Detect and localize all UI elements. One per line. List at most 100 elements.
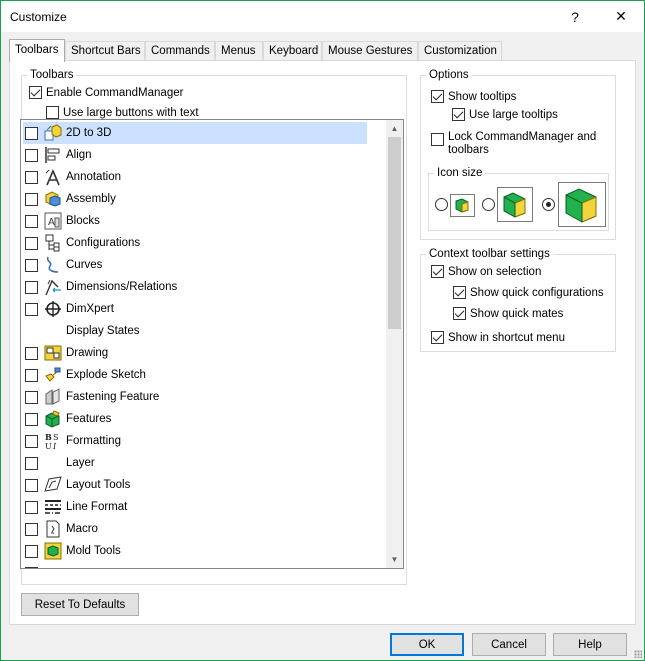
tab-menus[interactable]: Menus: [215, 41, 263, 61]
lock-commandmanager-checkbox[interactable]: [431, 133, 444, 146]
toolbar-checkbox[interactable]: [25, 126, 38, 140]
toolbar-label: Features: [66, 413, 112, 425]
toolbar-checkbox[interactable]: [25, 280, 38, 294]
list-item[interactable]: 2D to 3D: [23, 122, 367, 144]
use-large-tooltips-checkbox[interactable]: [452, 108, 465, 121]
list-item[interactable]: Configurations: [21, 232, 370, 254]
list-item[interactable]: [21, 562, 370, 568]
toolbar-checkbox[interactable]: [25, 544, 38, 558]
list-item[interactable]: BSUI Formatting: [21, 430, 370, 452]
icon-size-medium-radio[interactable]: [482, 198, 495, 211]
title-bar: Customize ? ✕: [1, 1, 644, 32]
toolbar-checkbox[interactable]: [25, 148, 38, 162]
toolbar-checkbox[interactable]: [25, 368, 38, 382]
tab-toolbars[interactable]: Toolbars: [9, 39, 65, 62]
svg-text:A: A: [48, 217, 55, 228]
icon-size-large-radio[interactable]: [542, 198, 555, 211]
toolbar-label: Macro: [66, 523, 98, 535]
show-in-shortcut-menu-label: Show in shortcut menu: [448, 331, 565, 344]
toolbar-checkbox[interactable]: [25, 302, 38, 316]
tab-mouse-gestures[interactable]: Mouse Gestures: [322, 41, 418, 61]
toolbar-checkbox[interactable]: [25, 456, 38, 470]
toolbar-checkbox[interactable]: [25, 258, 38, 272]
list-item[interactable]: Annotation: [21, 166, 370, 188]
list-item[interactable]: Fastening Feature: [21, 386, 370, 408]
list-item[interactable]: DimXpert: [21, 298, 370, 320]
customize-dialog: Customize ? ✕ Toolbars Shortcut Bars Com…: [0, 0, 645, 661]
toolbar-checkbox[interactable]: [25, 236, 38, 250]
use-large-buttons-option[interactable]: Use large buttons with text: [46, 106, 199, 119]
show-quick-mates-option[interactable]: Show quick mates: [453, 307, 563, 320]
toolbar-checkbox[interactable]: [25, 412, 38, 426]
show-tooltips-checkbox[interactable]: [431, 90, 444, 103]
close-button[interactable]: ✕: [598, 1, 644, 32]
toolbar-checkbox[interactable]: [25, 434, 38, 448]
assembly-icon: [43, 189, 63, 209]
resize-grip[interactable]: [634, 650, 642, 658]
tab-customization[interactable]: Customization: [418, 41, 502, 61]
list-item[interactable]: Line Format: [21, 496, 370, 518]
list-item[interactable]: A Blocks: [21, 210, 370, 232]
tab-keyboard[interactable]: Keyboard: [263, 41, 322, 61]
drawing-icon: [43, 343, 63, 363]
options-group-legend: Options: [429, 69, 469, 81]
toolbar-checkbox[interactable]: [25, 522, 38, 536]
lock-commandmanager-option[interactable]: Lock CommandManager and toolbars: [431, 131, 596, 157]
list-item[interactable]: Features: [21, 408, 370, 430]
show-quick-mates-checkbox[interactable]: [453, 307, 466, 320]
toolbar-checkbox[interactable]: [25, 346, 38, 360]
list-item[interactable]: Macro: [21, 518, 370, 540]
reset-to-defaults-button[interactable]: Reset To Defaults: [21, 593, 139, 616]
toolbar-checkbox[interactable]: [25, 170, 38, 184]
list-item[interactable]: Layer: [21, 452, 370, 474]
list-item[interactable]: Display States: [21, 320, 370, 342]
show-in-shortcut-menu-checkbox[interactable]: [431, 331, 444, 344]
tab-commands[interactable]: Commands: [145, 41, 215, 61]
show-quick-mates-label: Show quick mates: [470, 307, 564, 320]
toolbar-checkbox[interactable]: [25, 500, 38, 514]
use-large-tooltips-option[interactable]: Use large tooltips: [452, 108, 558, 121]
explode-sketch-icon: [43, 365, 63, 385]
show-tooltips-option[interactable]: Show tooltips: [431, 90, 516, 103]
scroll-up-arrow-icon[interactable]: ▲: [386, 120, 403, 137]
scroll-down-arrow-icon[interactable]: ▼: [386, 551, 403, 568]
toolbar-checkbox[interactable]: [25, 214, 38, 228]
show-quick-configurations-option[interactable]: Show quick configurations: [453, 286, 604, 299]
list-item[interactable]: Curves: [21, 254, 370, 276]
icon-size-small-radio[interactable]: [435, 198, 448, 211]
toolbar-label: Drawing: [66, 347, 109, 359]
toolbars-list[interactable]: 2D to 3D Align Annotation Assembly A Blo…: [20, 119, 404, 569]
scrollbar-thumb[interactable]: [388, 137, 401, 329]
toolbar-checkbox[interactable]: [25, 192, 38, 206]
toolbar-checkbox[interactable]: [25, 390, 38, 404]
list-item[interactable]: Drawing: [21, 342, 370, 364]
show-tooltips-label: Show tooltips: [448, 90, 517, 103]
tab-shortcut-bars[interactable]: Shortcut Bars: [65, 41, 145, 61]
list-item[interactable]: Dimensions/Relations: [21, 276, 370, 298]
list-item[interactable]: Mold Tools: [21, 540, 370, 562]
help-button[interactable]: Help: [553, 633, 627, 656]
toolbar-checkbox[interactable]: [25, 566, 38, 568]
list-item[interactable]: Explode Sketch: [21, 364, 370, 386]
show-quick-configurations-checkbox[interactable]: [453, 286, 466, 299]
enable-commandmanager-option[interactable]: Enable CommandManager: [29, 86, 183, 99]
ok-button[interactable]: OK: [390, 633, 464, 656]
svg-text:B: B: [45, 432, 52, 442]
use-large-buttons-label: Use large buttons with text: [63, 106, 199, 119]
show-on-selection-checkbox[interactable]: [431, 265, 444, 278]
toolbar-checkbox[interactable]: [25, 478, 38, 492]
list-item[interactable]: Layout Tools: [21, 474, 370, 496]
show-in-shortcut-menu-option[interactable]: Show in shortcut menu: [431, 331, 565, 344]
list-item[interactable]: Assembly: [21, 188, 370, 210]
enable-commandmanager-label: Enable CommandManager: [46, 86, 184, 99]
context-toolbar-legend: Context toolbar settings: [429, 248, 550, 260]
dimensions-relations-icon: [43, 277, 63, 297]
show-on-selection-option[interactable]: Show on selection: [431, 265, 541, 278]
align-icon: [43, 145, 63, 165]
toolbars-list-scrollbar[interactable]: ▲ ▼: [386, 120, 403, 568]
use-large-buttons-checkbox[interactable]: [46, 106, 59, 119]
enable-commandmanager-checkbox[interactable]: [29, 86, 42, 99]
cancel-button[interactable]: Cancel: [472, 633, 546, 656]
list-item[interactable]: Align: [21, 144, 370, 166]
help-title-button[interactable]: ?: [552, 1, 598, 32]
